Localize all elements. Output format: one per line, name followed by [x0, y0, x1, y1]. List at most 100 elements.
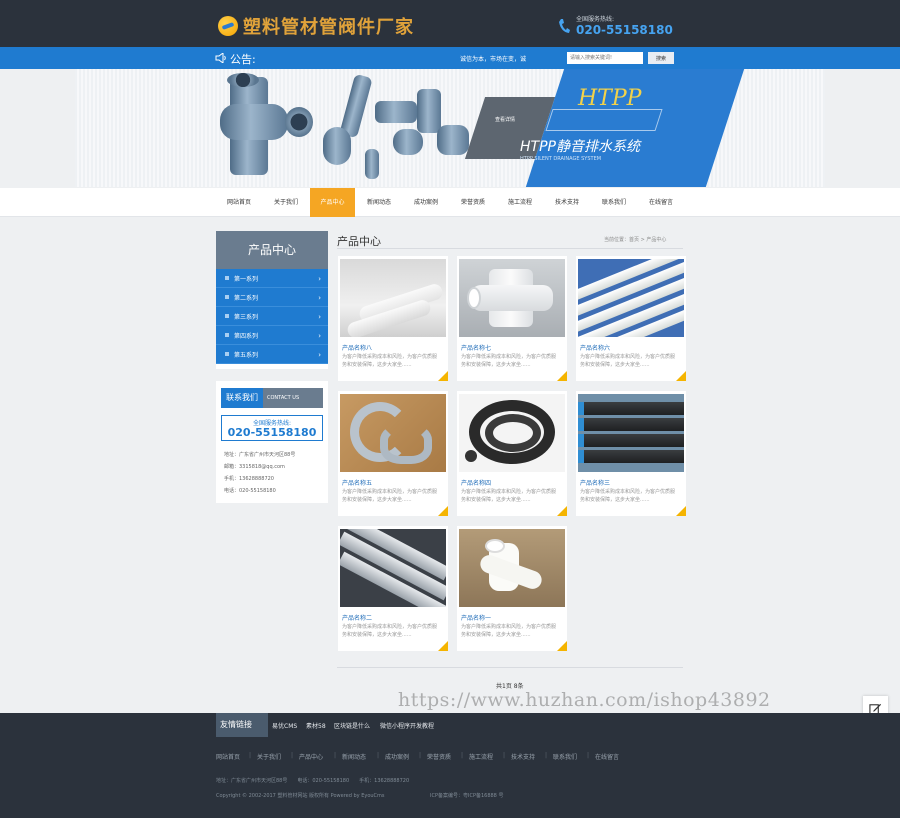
product-card[interactable]: 产品名称二 为客户降低采购成本和风险，为客户优质服务和安装保障，这步大家坐...… [338, 526, 448, 651]
footer-copyright: Copyright © 2002-2017 塑料管材网站 版权所有 Powere… [216, 793, 385, 799]
sidebar-item-series-2[interactable]: 第二系列 › [216, 288, 328, 307]
sidebar-item-series-3[interactable]: 第三系列 › [216, 307, 328, 326]
friend-link[interactable]: 易优CMS [272, 721, 297, 730]
sidebar-title: 产品中心 [216, 231, 328, 269]
pager-divider [337, 667, 683, 668]
friend-links-bar [0, 713, 900, 737]
sidebar-item-series-1[interactable]: 第一系列 › [216, 269, 328, 288]
footer-link[interactable]: 关于我们 [257, 752, 281, 761]
corner-badge-icon [557, 371, 567, 381]
footer-separator: | [545, 752, 548, 759]
nav-contact[interactable]: 联系我们 [592, 188, 636, 217]
product-name[interactable]: 产品名称六 [580, 343, 610, 352]
nav-process[interactable]: 施工流程 [498, 188, 542, 217]
notice-text: 诚信为本，市场在变，诚 [460, 56, 527, 63]
contact-title-en: CONTACT US [263, 388, 323, 408]
pipe-opening [227, 73, 259, 87]
footer-separator: | [461, 752, 464, 759]
contact-sidebar: 联系我们 CONTACT US 全国服务热线: 020-55158180 地址：… [216, 381, 328, 503]
corner-badge-icon [557, 506, 567, 516]
product-image [459, 529, 565, 607]
speaker-icon [215, 53, 226, 63]
contact-hotline-number: 020-55158180 [227, 426, 317, 439]
friend-link[interactable]: 素材58 [306, 721, 326, 730]
nav-about[interactable]: 关于我们 [264, 188, 308, 217]
product-name[interactable]: 产品名称一 [461, 613, 491, 622]
product-image [340, 529, 446, 607]
hero-banner[interactable]: 查看详情 HTPP HTPP静音排水系统 HTPP SILENT DRAINAG… [75, 69, 825, 187]
pipe-coupling [393, 129, 423, 155]
pipe-tee [375, 101, 417, 123]
footer-icp[interactable]: ICP备案编号：粤ICP备16888 号 [430, 792, 503, 799]
header-hotline: 全国服务热线: 020-55158180 [558, 14, 673, 37]
notice-label: 公告: [230, 53, 256, 66]
pipe-reducer [437, 125, 469, 155]
footer-separator: | [334, 752, 337, 759]
product-image [578, 259, 684, 337]
footer-link[interactable]: 网站首页 [216, 752, 240, 761]
corner-badge-icon [438, 506, 448, 516]
hotline-number: 020-55158180 [576, 23, 673, 37]
footer-link[interactable]: 荣誉资质 [427, 752, 451, 761]
banner-detail-link[interactable]: 查看详情 [495, 116, 515, 123]
product-name[interactable]: 产品名称八 [342, 343, 372, 352]
banner-outline-box [545, 109, 663, 131]
product-name[interactable]: 产品名称七 [461, 343, 491, 352]
footer-link[interactable]: 在线留言 [595, 752, 619, 761]
phone-icon [559, 18, 570, 33]
pipe-short [365, 149, 379, 179]
pipe-joint [417, 89, 441, 133]
contact-address: 地址：广东省广州市天河区88号 [224, 452, 296, 458]
friend-link[interactable]: 微信小程序开发教程 [380, 721, 434, 730]
sidebar-item-series-5[interactable]: 第五系列 › [216, 345, 328, 364]
footer-link[interactable]: 成功案例 [385, 752, 409, 761]
product-description: 为客户降低采购成本和风险，为客户优质服务和安装保障，这步大家坐...... [580, 489, 676, 503]
footer-link[interactable]: 施工流程 [469, 752, 493, 761]
footer-link[interactable]: 技术支持 [511, 752, 535, 761]
nav-honors[interactable]: 荣誉资质 [451, 188, 495, 217]
nav-products[interactable]: 产品中心 [310, 188, 355, 217]
site-logo[interactable]: 塑料管材管阀件厂家 [218, 13, 414, 39]
product-description: 为客户降低采购成本和风险，为客户优质服务和安装保障，这步大家坐...... [342, 624, 438, 638]
nav-home[interactable]: 网站首页 [218, 188, 260, 217]
breadcrumb[interactable]: 当前位置：首页 > 产品中心 [604, 236, 666, 243]
corner-badge-icon [438, 641, 448, 651]
product-name[interactable]: 产品名称四 [461, 478, 491, 487]
sidebar-item-label: 第三系列 [234, 313, 259, 321]
corner-badge-icon [676, 506, 686, 516]
product-name[interactable]: 产品名称五 [342, 478, 372, 487]
search-button[interactable]: 搜索 [648, 52, 674, 64]
contact-phone: 电话：020-55158180 [224, 488, 276, 494]
friend-link[interactable]: 区块链是什么 [334, 721, 370, 730]
pipe-opening [285, 107, 313, 137]
product-name[interactable]: 产品名称二 [342, 613, 372, 622]
nav-cases[interactable]: 成功案例 [404, 188, 448, 217]
product-image [340, 259, 446, 337]
nav-message[interactable]: 在线留言 [639, 188, 683, 217]
product-card[interactable]: 产品名称七 为客户降低采购成本和风险，为客户优质服务和安装保障，这步大家坐...… [457, 256, 567, 381]
product-name[interactable]: 产品名称三 [580, 478, 610, 487]
footer-separator: | [291, 752, 294, 759]
title-divider [337, 248, 683, 249]
search-input[interactable] [567, 52, 643, 64]
footer-separator: | [419, 752, 422, 759]
product-card[interactable]: 产品名称五 为客户降低采购成本和风险，为客户优质服务和安装保障，这步大家坐...… [338, 391, 448, 516]
product-card[interactable]: 产品名称三 为客户降低采购成本和风险，为客户优质服务和安装保障，这步大家坐...… [576, 391, 686, 516]
logo-icon [218, 16, 238, 36]
product-card[interactable]: 产品名称六 为客户降低采购成本和风险，为客户优质服务和安装保障，这步大家坐...… [576, 256, 686, 381]
product-card[interactable]: 产品名称四 为客户降低采购成本和风险，为客户优质服务和安装保障，这步大家坐...… [457, 391, 567, 516]
product-card[interactable]: 产品名称八 为客户降低采购成本和风险，为客户优质服务和安装保障，这步大家坐...… [338, 256, 448, 381]
top-header [0, 0, 900, 47]
sidebar-item-series-4[interactable]: 第四系列 › [216, 326, 328, 345]
footer-link[interactable]: 联系我们 [553, 752, 577, 761]
product-description: 为客户降低采购成本和风险，为客户优质服务和安装保障，这步大家坐...... [342, 354, 438, 368]
logo-text: 塑料管材管阀件厂家 [243, 17, 414, 38]
sidebar-item-label: 第五系列 [234, 351, 259, 359]
footer-link[interactable]: 产品中心 [299, 752, 323, 761]
notice-bar: 公告: 诚信为本，市场在变，诚 搜索 [0, 47, 900, 69]
footer-link[interactable]: 新闻动态 [342, 752, 366, 761]
product-card[interactable]: 产品名称一 为客户降低采购成本和风险，为客户优质服务和安装保障，这步大家坐...… [457, 526, 567, 651]
product-category-sidebar: 产品中心 第一系列 › 第二系列 › 第三系列 › 第四系列 › 第五系列 › [216, 231, 328, 369]
nav-tech[interactable]: 技术支持 [545, 188, 589, 217]
nav-news[interactable]: 新闻动态 [357, 188, 401, 217]
